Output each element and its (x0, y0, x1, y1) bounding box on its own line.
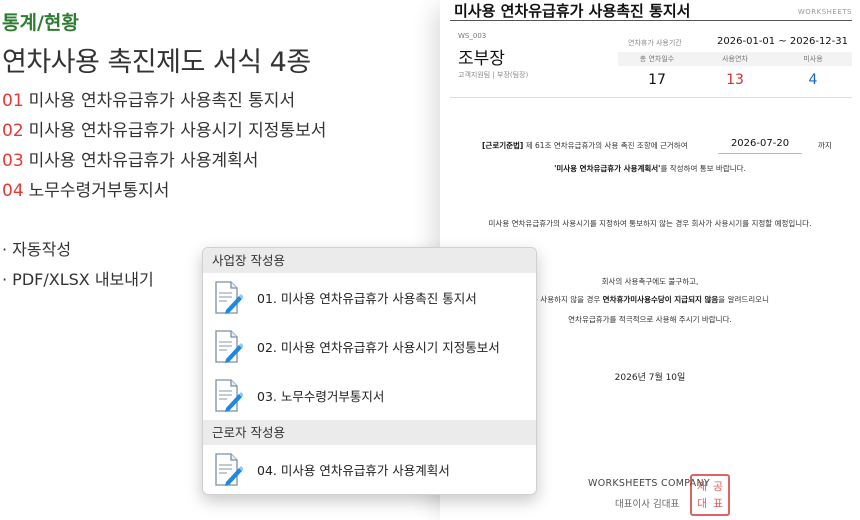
document-title: 미사용 연차유급휴가 사용촉진 통지서 (454, 2, 691, 20)
edit-document-icon (215, 452, 243, 486)
headline: 연차사용 촉진제도 서식 4종 (2, 47, 311, 78)
employee-dept: 고객지원팀 | 부장(팀장) (458, 71, 529, 79)
menu-item-designation-notice[interactable]: 02. 미사용 연차유급휴가 사용시기 지정통보서 (203, 322, 536, 371)
stat-total: 총 연차일수 17 (618, 52, 696, 94)
company-seal-icon: 재공대표 (690, 474, 730, 516)
form-number: 03 (2, 151, 24, 171)
deadline-suffix: 까지 (818, 141, 832, 150)
form-label: 미사용 연차유급휴가 사용계획서 (28, 151, 259, 171)
form-number: 01 (2, 91, 24, 111)
stat-label: 사용연차 (696, 52, 774, 66)
leave-period-label: 연차휴가 사용기간 (628, 39, 682, 47)
warning-pre: 를 사용하지 않을 경우 (531, 295, 601, 304)
menu-section-employer: 사업장 작성용 (203, 248, 536, 273)
title-divider (450, 20, 852, 21)
stat-used: 사용연차 13 (696, 52, 774, 94)
leave-stats: 총 연차일수 17 사용연차 13 미사용 4 (618, 52, 852, 94)
ceo-name: 대표이사 김대표 (615, 499, 680, 510)
form-label: 미사용 연차유급휴가 사용시기 지정통보서 (28, 121, 327, 141)
warning-post: 을 알려드리오니 (718, 295, 769, 304)
form-select-menu: 사업장 작성용 01. 미사용 연차유급휴가 사용촉진 통지서 02. 미사용 … (202, 247, 537, 495)
menu-item-label: 02. 미사용 연차유급휴가 사용시기 지정통보서 (257, 340, 500, 355)
menu-section-employee: 근로자 작성용 (203, 420, 536, 445)
menu-item-label: 04. 미사용 연차유급휴가 사용계획서 (257, 463, 450, 478)
form-label: 미사용 연차유급휴가 사용촉진 통지서 (28, 91, 296, 111)
warning-bold: 연차휴가미사용수당이 지급되지 않음 (602, 295, 719, 304)
edit-document-icon (215, 280, 243, 314)
employee-name: 조부장 (458, 49, 505, 69)
menu-item-usage-plan[interactable]: 04. 미사용 연차유급휴가 사용계획서 (203, 445, 536, 494)
category-label: 통계/현황 (2, 12, 79, 34)
stat-value: 17 (648, 72, 666, 88)
document-tag: WORKSHEETS (797, 8, 852, 16)
legal-basis-bold: [근로기준법] (482, 141, 524, 150)
edit-document-icon (215, 378, 243, 412)
form-number: 02 (2, 121, 24, 141)
form-list-item: 03 미사용 연차유급휴가 사용계획서 (2, 146, 326, 176)
form-list-item: 01 미사용 연차유급휴가 사용촉진 통지서 (2, 86, 326, 116)
form-list-item: 04 노무수령거부통지서 (2, 176, 326, 206)
plan-request-body: 를 작성하여 통보 바랍니다. (660, 164, 746, 173)
stat-unused: 미사용 4 (774, 52, 852, 94)
form-list-item: 02 미사용 연차유급휴가 사용시기 지정통보서 (2, 116, 326, 146)
feature-bullet-export: · PDF/XLSX 내보내기 (2, 270, 154, 289)
legal-basis-body: 제 61조 연차유급휴가의 사용 촉진 조항에 근거하여 (525, 141, 688, 150)
legal-basis-text: [근로기준법] 제 61조 연차유급휴가의 사용 촉진 조항에 근거하여 (482, 140, 688, 151)
stat-value: 13 (726, 72, 744, 88)
form-number: 04 (2, 181, 24, 201)
form-label: 노무수령거부통지서 (28, 181, 170, 201)
leave-period-value: 2026-01-01 ~ 2026-12-31 (717, 36, 848, 47)
menu-item-labor-refusal-notice[interactable]: 03. 노무수령거부통지서 (203, 371, 536, 420)
worksheet-id: WS_003 (458, 32, 487, 40)
feature-bullet-auto: · 자동작성 (2, 240, 72, 259)
edit-document-icon (215, 329, 243, 363)
stat-value: 4 (808, 72, 818, 88)
form-list: 01 미사용 연차유급휴가 사용촉진 통지서 02 미사용 연차유급휴가 사용시기 … (2, 86, 326, 206)
deadline-date: 2026-07-20 (718, 134, 802, 154)
plan-request-text: '미사용 연차유급휴가 사용계획서'를 작성하여 통보 바랍니다. (440, 163, 860, 174)
menu-item-promotion-notice[interactable]: 01. 미사용 연차유급휴가 사용촉진 통지서 (203, 273, 536, 322)
menu-item-label: 01. 미사용 연차유급휴가 사용촉진 통지서 (257, 291, 477, 306)
notice-text: 미사용 연차유급휴가의 사용시기를 지정하여 통보하지 않는 경우 회사가 사용… (488, 219, 812, 228)
menu-item-label: 03. 노무수령거부통지서 (257, 389, 385, 404)
plan-form-name: '미사용 연차유급휴가 사용계획서' (554, 164, 661, 173)
stat-label: 미사용 (774, 52, 852, 66)
stat-label: 총 연차일수 (618, 52, 696, 66)
employee-info-block: WS_003 조부장 고객지원팀 | 부장(팀장) 연차휴가 사용기간 2026… (450, 24, 852, 98)
